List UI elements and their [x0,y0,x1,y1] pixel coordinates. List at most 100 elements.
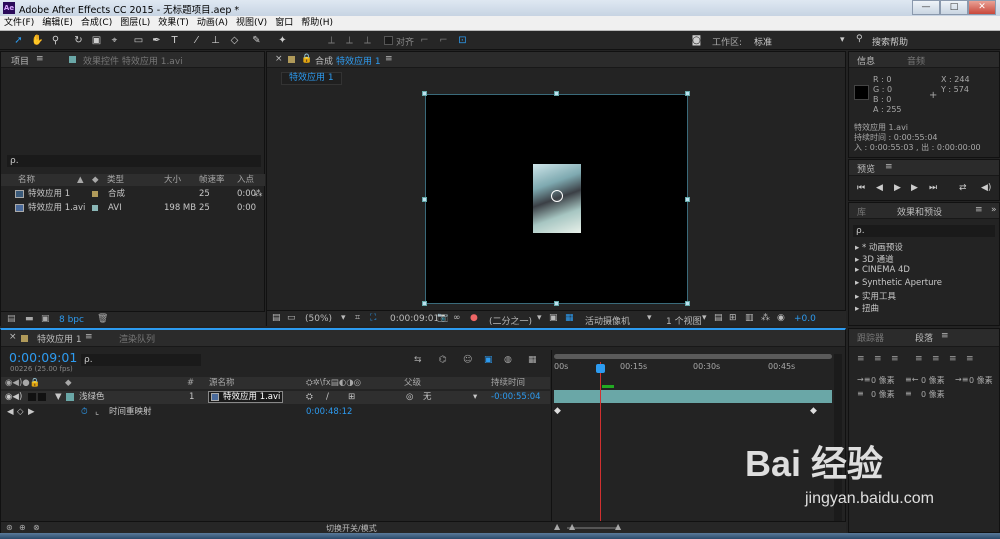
transform-handle[interactable] [685,197,690,202]
puppet-tool-icon[interactable]: ✦ [276,34,289,47]
text-tool-icon[interactable]: T [168,34,181,47]
first-frame-icon[interactable]: ⏮ [857,183,865,193]
axis-world-icon[interactable]: ⟂ [343,34,356,47]
close-tab-icon[interactable]: × [9,332,17,342]
zoom-out-icon[interactable]: ▲ [554,522,560,531]
keyframe-icon[interactable]: ◆ [810,406,817,416]
justify-left-icon[interactable]: ≡ [915,354,923,364]
draft-3d-icon[interactable]: ⌬ [439,355,447,365]
layer-label[interactable]: 浅绿色 [79,391,105,403]
menu-window[interactable]: 窗口 [271,16,297,30]
lock-toggle[interactable] [38,393,46,401]
current-time[interactable]: 0:00:09:01 [390,314,439,324]
menu-edit[interactable]: 编辑(E) [38,16,77,30]
parent-dropdown-icon[interactable]: ▾ [473,391,477,403]
transform-handle[interactable] [422,301,427,306]
menu-layer[interactable]: 图层(L) [116,16,154,30]
expand-modes-icon[interactable]: ⊕ [19,523,26,532]
indent-first-value[interactable]: 0 像素 [969,375,993,386]
flowchart-icon[interactable]: ⁂ [254,188,263,200]
menu-view[interactable]: 视图(V) [232,16,271,30]
menu-file[interactable]: 文件(F) [0,16,38,30]
effects-menu-icon[interactable]: ≡ [975,205,983,215]
video-toggle-icon[interactable]: ◉◀) [5,391,22,403]
effects-search-input[interactable]: ρ. [853,225,995,237]
menu-effect[interactable]: 效果(T) [154,16,193,30]
keyframe-icon[interactable]: ◆ [554,406,561,416]
zoom-slider-thumb[interactable]: ▲ [569,522,575,531]
bpc-button[interactable]: 8 bpc [59,315,84,325]
loop-icon[interactable]: ⇄ [959,183,967,193]
tab-project[interactable]: 项目 [11,54,29,67]
snap-checkbox[interactable] [384,36,393,45]
transparency-grid-icon[interactable]: ▦ [565,313,574,323]
mask-visibility-icon[interactable]: ⛶ [370,313,376,323]
maximize-button[interactable]: □ [940,0,968,15]
resolution-dropdown-icon[interactable]: ▾ [537,313,542,323]
comp-viewer[interactable] [425,94,688,304]
tab-effects-presets[interactable]: 效果和预设 [897,205,942,218]
property-row[interactable]: ◀ ◇ ▶ ⏱ ⌞ 时间重映射 0:00:48:12 [1,406,550,419]
prev-keyframe-icon[interactable]: ◀ [7,406,14,418]
col-fps[interactable]: 帧速率 [199,174,225,186]
interpret-footage-icon[interactable]: ▤ [7,314,16,324]
snap-edge-icon[interactable]: ⌐ [418,34,431,47]
zoom-dropdown-icon[interactable]: ▾ [341,313,346,323]
effects-category[interactable]: ▸ 实用工具 [855,290,896,302]
camera-dropdown-icon[interactable]: ▾ [647,313,652,323]
paragraph-menu-icon[interactable]: ≡ [941,331,949,341]
snapshot-icon[interactable]: 📷 [437,313,448,323]
layer-label-swatch[interactable] [66,393,74,401]
menu-animation[interactable]: 动画(A) [193,16,232,30]
col-parent[interactable]: 父级 [404,377,421,389]
graph-icon[interactable]: ⌞ [95,406,99,418]
clone-stamp-tool-icon[interactable]: ⊥ [209,34,222,47]
tab-paragraph[interactable]: 段落 [915,331,933,344]
close-button[interactable]: ✕ [968,0,996,15]
trash-icon[interactable]: 🗑 [97,314,108,324]
justify-all-icon[interactable]: ≡ [966,354,974,364]
tab-render-queue[interactable]: 渲染队列 [119,332,155,345]
rotate-tool-icon[interactable]: ↻ [72,34,85,47]
work-area-bar[interactable] [554,354,832,359]
camera-tool-icon[interactable]: ▣ [90,34,103,47]
tab-audio[interactable]: 音频 [907,54,925,67]
tab-preview[interactable]: 预览 [857,162,875,175]
anchor-point-icon[interactable] [551,190,563,202]
transform-handle[interactable] [422,197,427,202]
timeline-menu-icon[interactable]: ≡ [85,332,93,342]
timeline-icon[interactable]: ▥ [745,313,754,323]
views-dropdown-icon[interactable]: ▾ [702,313,707,323]
next-keyframe-icon[interactable]: ▶ [28,406,35,418]
property-value[interactable]: 0:00:48:12 [306,406,352,418]
camera-dropdown[interactable]: 活动摄像机 [585,314,630,327]
graph-editor-icon[interactable]: ▦ [528,355,537,365]
expand-times-icon[interactable]: ⊗ [33,523,40,532]
axis-view-icon[interactable]: ⟂ [361,34,374,47]
project-menu-icon[interactable]: ≡ [36,54,44,64]
flowchart-icon[interactable]: ⁂ [761,313,770,323]
hand-tool-icon[interactable]: ✋ [31,34,44,47]
new-composition-icon[interactable]: ▣ [41,314,50,324]
effects-category[interactable]: ▸ Synthetic Aperture [855,278,942,288]
tab-effect-controls[interactable]: 效果控件 特效应用 1.avi [83,54,183,67]
comp-mini-flowchart-icon[interactable]: ⇆ [414,355,422,365]
layer-duration[interactable]: -0:00:55:04 [491,391,541,403]
zoom-dropdown[interactable]: (50%) [305,314,332,324]
playhead-handle[interactable] [596,364,605,373]
shy-switch-icon[interactable]: ⛭ [306,391,313,403]
more-panels-icon[interactable]: » [991,205,997,215]
monitor-icon[interactable]: ▭ [287,313,296,323]
snap-grid-icon[interactable]: ⊡ [456,34,469,47]
tab-timeline[interactable]: 特效应用 1 [37,332,82,345]
hide-shy-icon[interactable]: ☺ [463,355,472,365]
transform-handle[interactable] [422,91,427,96]
solo-toggle[interactable] [28,393,36,401]
transform-handle[interactable] [685,91,690,96]
frame-blend-switch-icon[interactable]: ⊞ [348,391,355,403]
effects-category[interactable]: ▸ CINEMA 4D [855,265,910,275]
transform-handle[interactable] [554,301,559,306]
toggle-pixel-aspect-icon[interactable]: ▤ [714,313,723,323]
brush-tool-icon[interactable]: ⁄ [190,34,203,47]
zoom-in-icon[interactable]: ▲ [615,522,621,531]
